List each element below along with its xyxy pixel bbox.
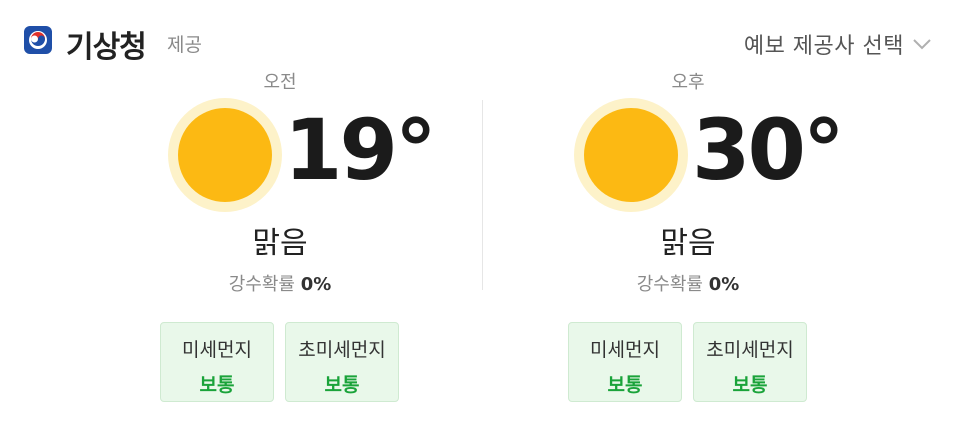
fine-dust-card[interactable]: 미세먼지 보통 — [160, 322, 274, 402]
forecast-am: 오전 19° 맑음 강수확률 0% 미세먼지 보통 초미세먼지 보통 — [100, 66, 437, 426]
provider-select-button[interactable]: 예보 제공사 선택 — [744, 28, 932, 60]
period-label: 오후 — [671, 72, 705, 93]
dust-level: 보통 — [324, 374, 360, 396]
kma-logo-icon — [24, 26, 52, 54]
rain-label: 강수확률 — [636, 274, 703, 295]
provider-select-label: 예보 제공사 선택 — [743, 34, 904, 59]
temperature: 19° — [284, 101, 437, 199]
rain-value: 0% — [300, 274, 332, 295]
precipitation-probability: 강수확률 0% — [100, 270, 460, 296]
dust-name: 미세먼지 — [590, 339, 660, 361]
weather-condition: 맑음 — [252, 226, 308, 261]
sun-icon — [168, 98, 282, 212]
fine-dust-card[interactable]: 미세먼지 보통 — [568, 322, 682, 402]
rain-value: 0% — [708, 274, 740, 295]
provided-label: 제공 — [167, 34, 202, 56]
header: 기상청 제공 예보 제공사 선택 — [0, 0, 960, 70]
ultrafine-dust-card[interactable]: 초미세먼지 보통 — [693, 322, 807, 402]
period-label: 오전 — [263, 72, 297, 93]
dust-level: 보통 — [607, 374, 643, 396]
forecast-pm: 오후 30° 맑음 강수확률 0% 미세먼지 보통 초미세먼지 보통 — [508, 66, 845, 426]
weather-condition: 맑음 — [660, 226, 716, 261]
chevron-down-icon — [913, 39, 931, 50]
sun-icon — [574, 98, 688, 212]
dust-name: 초미세먼지 — [706, 339, 794, 361]
dust-level: 보통 — [732, 374, 768, 396]
divider — [482, 100, 483, 290]
rain-label: 강수확률 — [228, 274, 295, 295]
dust-name: 초미세먼지 — [298, 339, 386, 361]
provider-name: 기상청 — [66, 30, 147, 65]
precipitation-probability: 강수확률 0% — [508, 270, 868, 296]
ultrafine-dust-card[interactable]: 초미세먼지 보통 — [285, 322, 399, 402]
temperature: 30° — [692, 101, 845, 199]
dust-level: 보통 — [199, 374, 235, 396]
dust-name: 미세먼지 — [182, 339, 252, 361]
